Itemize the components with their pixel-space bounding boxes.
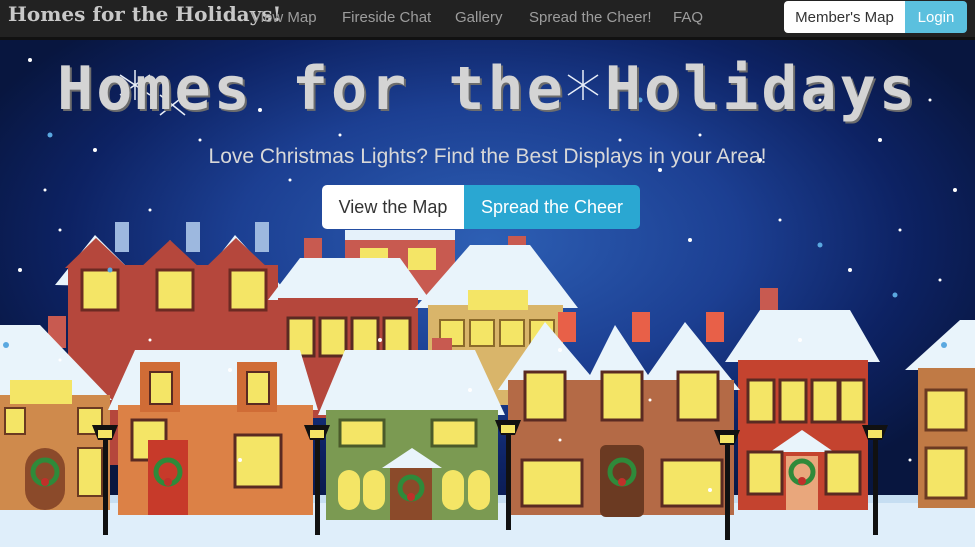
house-far-right — [905, 320, 975, 508]
nav-view-map[interactable]: View Map — [251, 9, 317, 26]
house-brown-peaks — [498, 312, 740, 517]
navbar: Homes for the Holidays! View Map Firesid… — [0, 0, 975, 40]
hero-section: Homes for the Holidays Love Christmas Li… — [0, 40, 975, 547]
nav-spread-the-cheer[interactable]: Spread the Cheer! — [529, 9, 652, 26]
spread-the-cheer-button[interactable]: Spread the Cheer — [464, 185, 640, 229]
brand-logo[interactable]: Homes for the Holidays! — [8, 2, 281, 26]
house-red-right — [725, 288, 880, 510]
hero-title: Homes for the Holidays — [57, 54, 918, 124]
nav-fireside-chat[interactable]: Fireside Chat — [342, 9, 431, 26]
nav-gallery[interactable]: Gallery — [455, 9, 503, 26]
house-green — [318, 338, 505, 520]
hero-subtitle: Love Christmas Lights? Find the Best Dis… — [208, 145, 767, 168]
house-orange — [108, 350, 318, 515]
members-map-button[interactable]: Member's Map — [784, 1, 905, 33]
nav-faq[interactable]: FAQ — [673, 9, 703, 26]
view-the-map-button[interactable]: View the Map — [322, 185, 464, 229]
login-button[interactable]: Login — [905, 1, 967, 33]
